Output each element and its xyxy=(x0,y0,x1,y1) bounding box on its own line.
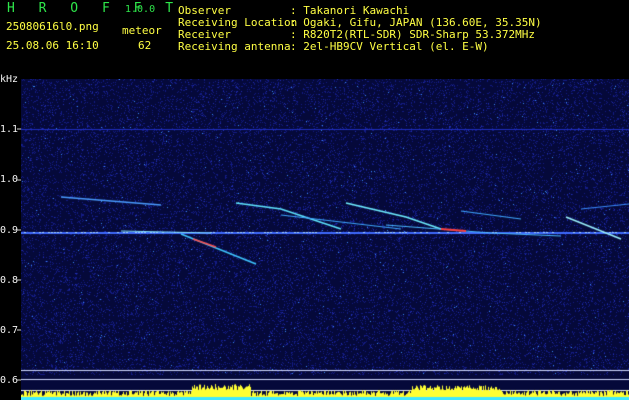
image-filename: 25080616l0.png xyxy=(6,20,99,33)
spectrogram-area xyxy=(21,79,629,400)
antenna-value: : 2el-HB9CV Vertical (el. E-W) xyxy=(290,40,489,53)
hrofft-window: H R O F F T 1.0.0 25080616l0.png 25.08.0… xyxy=(0,0,629,400)
y-tick-label: 0.6 xyxy=(0,375,19,386)
y-tick-label: 0.7 xyxy=(0,325,19,336)
y-tick-label: 1.0 xyxy=(0,174,19,185)
meteor-count-value: 62 xyxy=(138,39,152,52)
y-tick-label: 0.9 xyxy=(0,225,19,236)
y-axis-unit: kHz xyxy=(0,74,19,85)
observation-datetime: 25.08.06 16:10 xyxy=(6,39,99,52)
spectrogram-canvas xyxy=(21,79,629,400)
y-tick-label: 0.8 xyxy=(0,275,19,286)
antenna-label: Receiving antenna xyxy=(178,40,291,53)
meteor-count-label: meteor xyxy=(122,24,162,37)
app-version: 1.0.0 xyxy=(125,4,156,15)
y-tick-label: 1.1 xyxy=(0,124,19,135)
